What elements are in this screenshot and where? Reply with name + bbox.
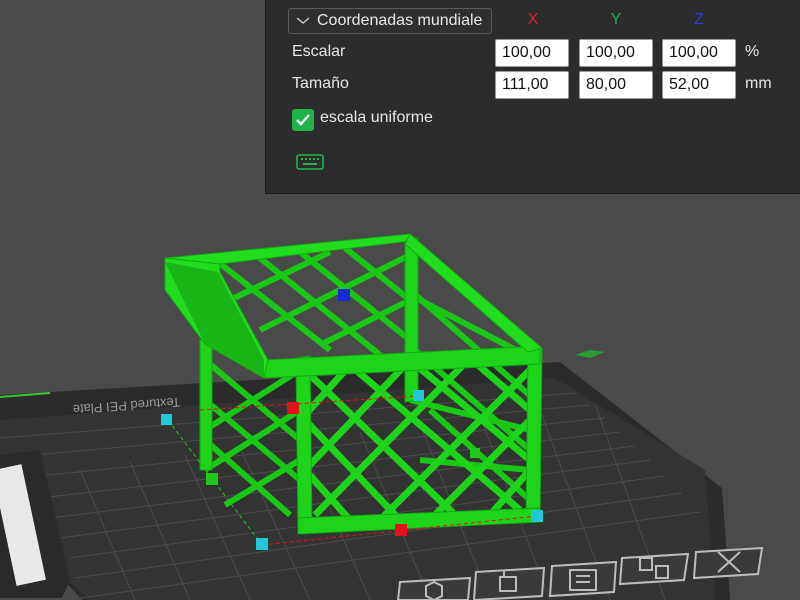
y-handle[interactable] [206,473,218,485]
build-plate: Textured PEI Plate [0,350,730,600]
scale-unit: % [745,43,760,60]
layout-icon[interactable] [548,560,618,598]
size-row-label: Tamaño [292,75,349,92]
arrange-icon[interactable] [472,566,546,600]
size-z-input[interactable]: 52,00 [662,71,736,99]
chevron-down-icon [289,9,317,33]
size-y-input[interactable]: 80,00 [579,71,653,99]
split-icon[interactable] [618,552,690,586]
scale-row-label: Escalar [292,43,346,60]
scale-panel: Coordenadas mundiale X Y Z Escalar 100,0… [265,0,800,194]
keyboard-icon[interactable] [296,152,324,172]
uniform-scale-checkbox[interactable] [292,109,314,131]
coordinate-system-value: Coordenadas mundiale [317,12,483,29]
scale-z-input[interactable]: 100,00 [662,39,736,67]
close-icon[interactable] [692,546,764,580]
uniform-scale-label: escala uniforme [320,109,433,126]
corner-handle-2[interactable] [413,390,424,401]
coordinate-system-dropdown[interactable]: Coordenadas mundiale [288,8,492,34]
corner-handle-1[interactable] [161,414,172,425]
3d-viewport[interactable]: Textured PEI Plate Coordenadas mundiale … [0,0,800,600]
corner-handle-3[interactable] [256,538,268,550]
x-handle-back[interactable] [287,402,299,414]
x-handle-front[interactable] [395,524,407,536]
axis-x-label: X [527,11,539,28]
scale-y-input[interactable]: 100,00 [579,39,653,67]
axis-z-label: Z [694,11,704,28]
size-unit: mm [745,75,772,92]
corner-handle-4[interactable] [531,510,543,522]
check-icon [296,114,310,126]
scale-x-input[interactable]: 100,00 [495,39,569,67]
size-x-input[interactable]: 111,00 [495,71,569,99]
z-handle[interactable] [338,289,350,301]
orient-icon[interactable] [396,576,472,600]
y-handle-far[interactable] [470,448,480,458]
axis-y-label: Y [610,11,622,28]
